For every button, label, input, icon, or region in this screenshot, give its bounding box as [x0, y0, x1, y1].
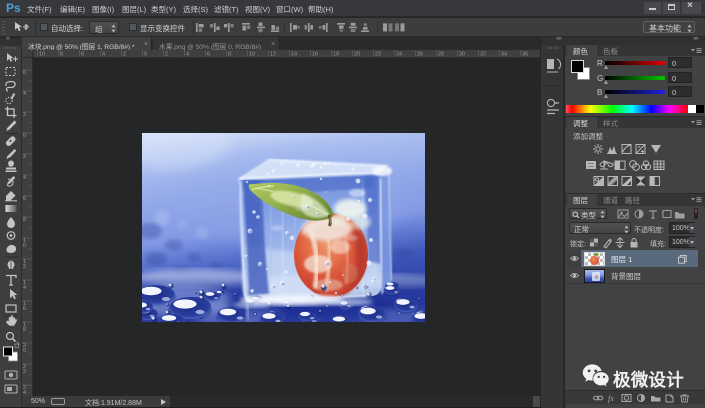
svg-text:12: 12 [270, 52, 276, 58]
svg-text:6: 6 [207, 52, 210, 58]
svg-text:4: 4 [23, 91, 26, 97]
svg-text:6: 6 [23, 196, 26, 202]
svg-text:8: 8 [23, 327, 26, 333]
svg-text:10: 10 [249, 52, 255, 58]
svg-text:4: 4 [23, 285, 26, 291]
svg-text:2: 2 [23, 154, 26, 160]
svg-text:20: 20 [354, 52, 360, 58]
svg-text:4: 4 [23, 175, 26, 181]
svg-text:6: 6 [23, 306, 26, 312]
svg-text:8: 8 [23, 217, 26, 223]
svg-text:22: 22 [375, 52, 381, 58]
svg-text:0: 0 [23, 243, 26, 249]
svg-text:30: 30 [459, 52, 465, 58]
svg-text:4: 4 [102, 52, 105, 58]
svg-text:10: 10 [39, 52, 45, 58]
svg-text:8: 8 [228, 52, 231, 58]
svg-text:24: 24 [396, 52, 402, 58]
svg-text:fx: fx [608, 394, 614, 403]
svg-text:34: 34 [501, 52, 507, 58]
svg-text:4: 4 [186, 52, 189, 58]
svg-text:28: 28 [438, 52, 444, 58]
svg-text:0: 0 [23, 133, 26, 139]
svg-text:2: 2 [23, 369, 26, 375]
svg-text:2: 2 [123, 52, 126, 58]
svg-text:2: 2 [23, 112, 26, 118]
svg-text:36: 36 [522, 52, 528, 58]
svg-text:2: 2 [23, 264, 26, 270]
svg-text:18: 18 [333, 52, 339, 58]
svg-text:0: 0 [23, 348, 26, 354]
svg-text:16: 16 [312, 52, 318, 58]
svg-text:6: 6 [23, 70, 26, 76]
svg-text:32: 32 [480, 52, 486, 58]
svg-text:8: 8 [60, 52, 63, 58]
svg-text:2: 2 [165, 52, 168, 58]
svg-text:6: 6 [81, 52, 84, 58]
svg-text:0: 0 [144, 52, 147, 58]
svg-text:14: 14 [291, 52, 297, 58]
svg-text:26: 26 [417, 52, 423, 58]
